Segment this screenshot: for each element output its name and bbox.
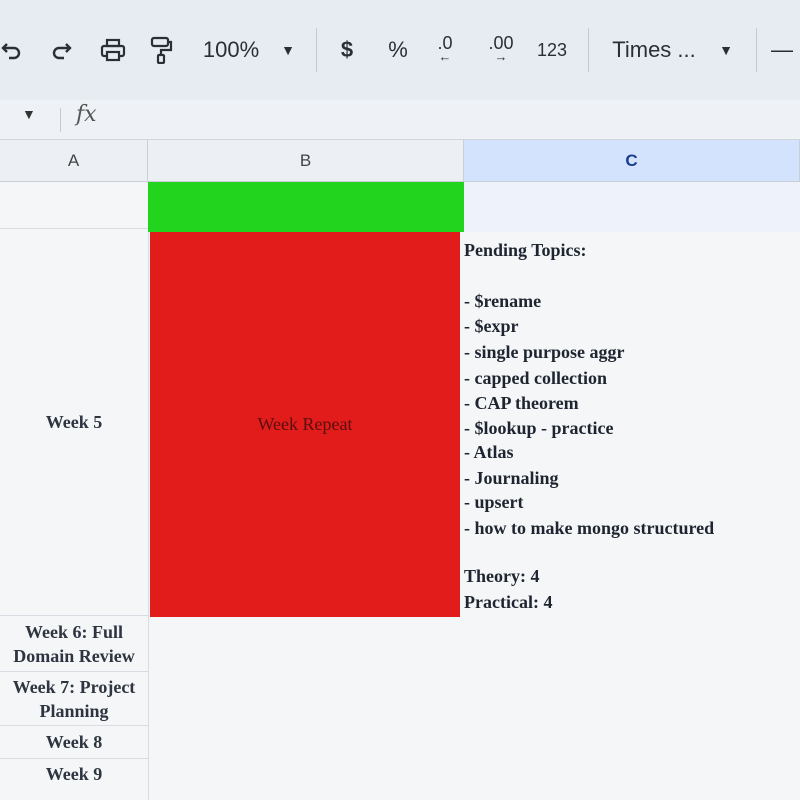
toolbar-divider — [588, 28, 589, 72]
week6-label-line1: Week 6: Full — [25, 621, 123, 642]
font-select[interactable]: Times ... — [606, 30, 702, 70]
currency-format-button[interactable]: $ — [334, 30, 360, 70]
pending-topics-heading: Pending Topics: — [464, 240, 587, 260]
cell-a-week8[interactable]: Week 8 — [0, 726, 148, 758]
zoom-value: 100% — [202, 37, 260, 62]
sheet-grid: A B C Week 5 Week 6: Full Domain Review … — [0, 140, 800, 800]
theory-count: Theory: 4 — [464, 566, 540, 586]
topic-item: - $rename — [464, 291, 542, 311]
increase-decimal-button[interactable]: .00 → — [484, 30, 518, 70]
topic-item: - upsert — [464, 492, 524, 512]
topic-item: - Journaling — [464, 468, 559, 488]
topic-item: - how to make mongo structured — [464, 518, 715, 538]
cell-a-week5[interactable]: Week 5 — [0, 229, 148, 615]
font-name: Times ... — [612, 37, 696, 62]
practical-count: Practical: 4 — [464, 592, 553, 612]
zoom-select[interactable]: 100% — [196, 30, 266, 70]
decrease-font-size-button[interactable]: — — [768, 30, 796, 70]
topic-item: - CAP theorem — [464, 393, 579, 413]
week-repeat-label: Week Repeat — [257, 414, 353, 434]
decrease-decimal-label: .0 — [437, 33, 453, 53]
undo-icon[interactable] — [0, 30, 24, 70]
topic-item: - single purpose aggr — [464, 342, 625, 362]
week6-label-line2: Domain Review — [13, 645, 135, 666]
gridline — [148, 182, 149, 800]
increase-decimal-label: .00 — [488, 33, 514, 53]
name-box-dropdown-icon[interactable]: ▼ — [22, 106, 36, 122]
cell-a-week9[interactable]: Week 9 — [0, 759, 148, 789]
font-dropdown-icon[interactable]: ▼ — [716, 30, 736, 70]
fx-icon: fx — [76, 102, 97, 127]
decrease-decimal-button[interactable]: .0 ← — [430, 30, 460, 70]
column-header-c[interactable]: C — [464, 140, 800, 182]
topic-item: - $expr — [464, 316, 519, 336]
cell-c-row1[interactable] — [464, 182, 800, 232]
toolbar: 100% ▼ $ % .0 ← .00 → 123 Times ... ▼ — — [0, 0, 800, 100]
topic-item: - $lookup - practice — [464, 418, 614, 438]
toolbar-divider — [316, 28, 317, 72]
formula-divider — [60, 108, 61, 132]
cell-b-green[interactable] — [148, 182, 464, 232]
week7-label-line1: Week 7: Project — [12, 676, 136, 697]
column-header-a[interactable]: A — [0, 140, 148, 182]
formula-bar: ▼ fx — [0, 100, 800, 140]
column-header-b[interactable]: B — [148, 140, 464, 182]
paint-format-icon[interactable] — [146, 30, 176, 70]
topic-item: - Atlas — [464, 442, 514, 462]
week7-label-line2: Planning — [39, 700, 109, 721]
arrow-right-icon: → — [494, 49, 508, 64]
print-icon[interactable] — [98, 30, 128, 70]
redo-icon[interactable] — [48, 30, 74, 70]
percent-format-button[interactable]: % — [384, 30, 412, 70]
cell-a-week7[interactable]: Week 7: Project Planning — [0, 672, 148, 725]
week9-label: Week 9 — [45, 764, 103, 784]
cell-b-week-repeat[interactable]: Week Repeat — [150, 232, 460, 617]
arrow-left-icon: ← — [438, 49, 452, 64]
zoom-dropdown-icon[interactable]: ▼ — [278, 30, 298, 70]
number-format-button[interactable]: 123 — [534, 30, 570, 70]
cell-a-week6[interactable]: Week 6: Full Domain Review — [0, 616, 148, 671]
week8-label: Week 8 — [45, 732, 103, 752]
topic-item: - capped collection — [464, 368, 607, 388]
week5-label: Week 5 — [45, 412, 103, 432]
toolbar-divider — [756, 28, 757, 72]
